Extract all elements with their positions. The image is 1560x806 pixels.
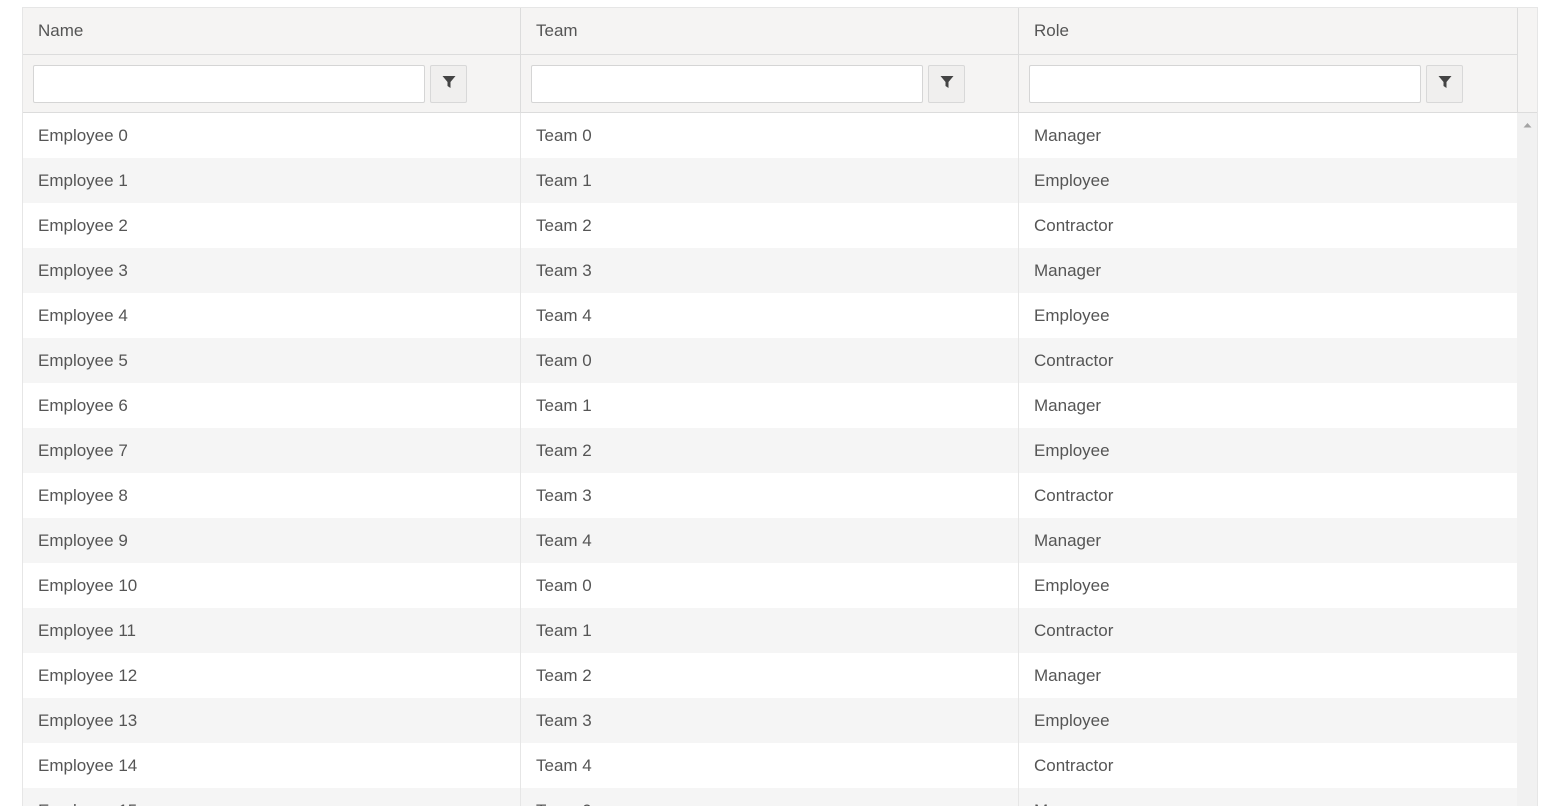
filter-icon <box>442 75 456 94</box>
table-row[interactable]: Employee 12 Team 2 Manager <box>23 653 1517 698</box>
team-cell: Team 3 <box>521 248 1019 293</box>
table-row[interactable]: Employee 5 Team 0 Contractor <box>23 338 1517 383</box>
team-cell: Team 0 <box>521 563 1019 608</box>
name-cell: Employee 15 <box>23 788 521 806</box>
name-cell: Employee 2 <box>23 203 521 248</box>
role-cell: Contractor <box>1034 756 1114 775</box>
name-cell: Employee 8 <box>23 473 521 518</box>
name-cell: Employee 14 <box>23 743 521 788</box>
name-cell: Employee 10 <box>23 563 521 608</box>
team-cell: Team 3 <box>521 698 1019 743</box>
team-cell: Team 0 <box>521 788 1019 806</box>
header-scrollbar-spacer <box>1517 8 1537 113</box>
scroll-up-button[interactable] <box>1517 113 1537 135</box>
column-header-role[interactable]: Role <box>1019 8 1517 112</box>
filter-icon <box>1438 75 1452 94</box>
filter-icon <box>940 75 954 94</box>
role-cell: Employee <box>1034 171 1110 190</box>
role-cell: Employee <box>1034 306 1110 325</box>
team-cell: Team 1 <box>521 158 1019 203</box>
column-title[interactable]: Role <box>1034 21 1069 41</box>
name-filter-input[interactable] <box>33 65 425 103</box>
role-cell: Manager <box>1034 396 1102 415</box>
table-row[interactable]: Employee 2 Team 2 Contractor <box>23 203 1517 248</box>
name-filter-button[interactable] <box>430 65 467 103</box>
grid-header: Name Team Role <box>23 8 1517 113</box>
name-cell: Employee 6 <box>23 383 521 428</box>
name-cell: Employee 13 <box>23 698 521 743</box>
name-cell: Employee 12 <box>23 653 521 698</box>
role-cell: Manager <box>1034 666 1102 685</box>
table-row[interactable]: Employee 7 Team 2 Employee <box>23 428 1517 473</box>
team-cell: Team 2 <box>521 203 1019 248</box>
role-cell: Employee <box>1034 441 1110 460</box>
team-filter-button[interactable] <box>928 65 965 103</box>
role-filter-input[interactable] <box>1029 65 1421 103</box>
team-cell: Team 2 <box>521 428 1019 473</box>
role-cell: Manager <box>1034 126 1102 145</box>
role-cell: Manager <box>1034 531 1102 550</box>
column-title[interactable]: Team <box>536 21 578 41</box>
team-cell: Team 2 <box>521 653 1019 698</box>
name-cell: Employee 9 <box>23 518 521 563</box>
table-row[interactable]: Employee 14 Team 4 Contractor <box>23 743 1517 788</box>
role-cell: Contractor <box>1034 351 1114 370</box>
team-cell: Team 3 <box>521 473 1019 518</box>
name-cell: Employee 7 <box>23 428 521 473</box>
role-cell: Manager <box>1019 788 1517 806</box>
role-cell: Contractor <box>1034 621 1114 640</box>
team-cell: Team 1 <box>521 383 1019 428</box>
table-row[interactable]: Employee 10 Team 0 Employee <box>23 563 1517 608</box>
table-row[interactable]: Employee 1 Team 1 Employee <box>23 158 1517 203</box>
table-row[interactable]: Employee 6 Team 1 Manager <box>23 383 1517 428</box>
role-cell: Employee <box>1034 576 1110 595</box>
name-cell: Employee 4 <box>23 293 521 338</box>
table-row[interactable]: Employee 9 Team 4 Manager <box>23 518 1517 563</box>
role-cell: Contractor <box>1034 216 1114 235</box>
name-cell: Employee 1 <box>23 158 521 203</box>
team-cell: Team 0 <box>521 113 1019 158</box>
data-grid: Name Team Role Employee 0 Team 0 Manager… <box>22 7 1538 806</box>
team-cell: Team 1 <box>521 608 1019 653</box>
table-row[interactable]: Employee 0 Team 0 Manager <box>23 113 1517 158</box>
role-filter-button[interactable] <box>1426 65 1463 103</box>
header-divider <box>23 54 520 55</box>
team-cell: Team 4 <box>521 293 1019 338</box>
header-divider <box>1019 54 1517 55</box>
chevron-up-icon <box>1523 115 1532 133</box>
table-row[interactable]: Employee 3 Team 3 Manager <box>23 248 1517 293</box>
name-cell: Employee 0 <box>23 113 521 158</box>
role-cell: Employee <box>1034 711 1110 730</box>
name-cell: Employee 3 <box>23 248 521 293</box>
table-row[interactable]: Employee 15Team 0Manager <box>23 788 1517 806</box>
team-cell: Team 4 <box>521 743 1019 788</box>
team-cell: Team 4 <box>521 518 1019 563</box>
table-row[interactable]: Employee 8 Team 3 Contractor <box>23 473 1517 518</box>
header-divider <box>521 54 1018 55</box>
grid-body: Employee 0 Team 0 Manager Employee 1 Team 1E… <box>23 113 1517 806</box>
table-row[interactable]: Employee 13 Team 3 Employee <box>23 698 1517 743</box>
role-cell: Contractor <box>1034 486 1114 505</box>
team-cell: Team 0 <box>521 338 1019 383</box>
column-title[interactable]: Name <box>38 21 83 41</box>
table-row[interactable]: Employee 4 Team 4 Employee <box>23 293 1517 338</box>
column-header-name[interactable]: Name <box>23 8 521 112</box>
role-cell: Manager <box>1034 261 1102 280</box>
table-row[interactable]: Employee 11 Team 1 Contractor <box>23 608 1517 653</box>
name-cell: Employee 5 <box>23 338 521 383</box>
vertical-scrollbar[interactable] <box>1517 113 1537 806</box>
name-cell: Employee 11 <box>23 608 521 653</box>
column-header-team[interactable]: Team <box>521 8 1019 112</box>
team-filter-input[interactable] <box>531 65 923 103</box>
